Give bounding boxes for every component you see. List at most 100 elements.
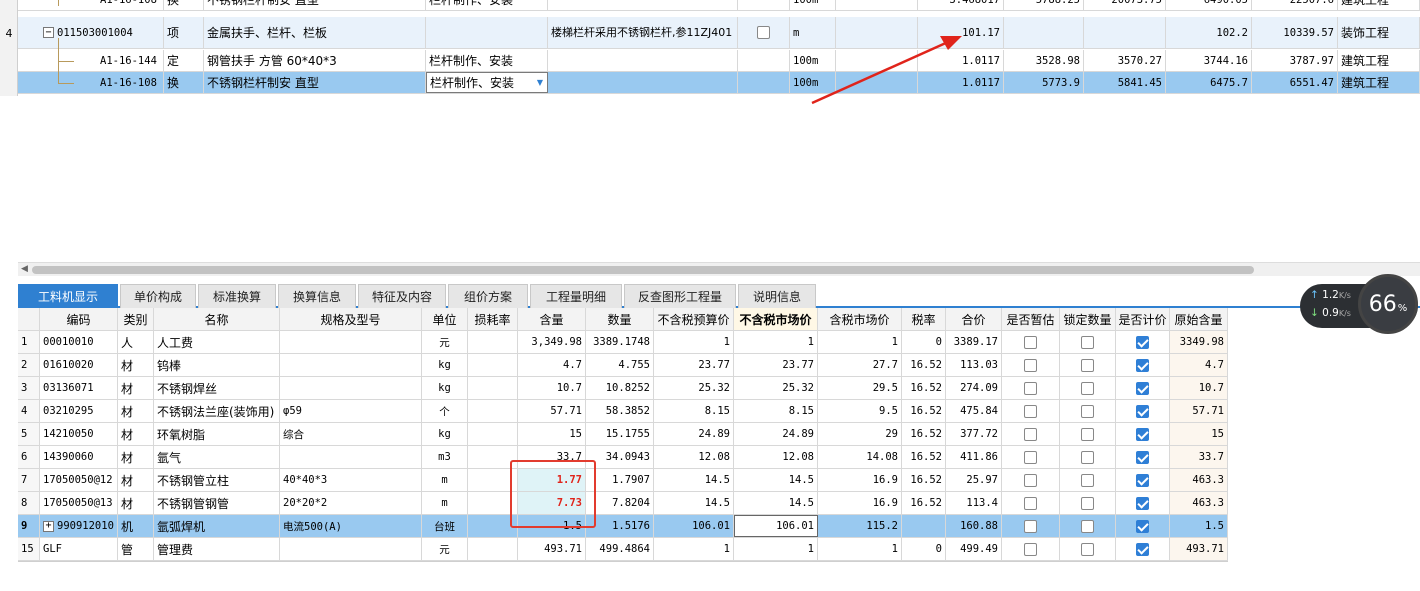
checkbox-lock[interactable] bbox=[1081, 335, 1094, 349]
minus-box-icon[interactable]: − bbox=[43, 27, 54, 38]
checkbox-est[interactable] bbox=[1024, 335, 1037, 349]
tab-8[interactable]: 反查图形工程量 bbox=[624, 284, 736, 308]
tab-1[interactable]: 工料机显示 bbox=[18, 284, 118, 308]
cell-priced[interactable] bbox=[1116, 538, 1170, 560]
checkbox-lock[interactable] bbox=[1081, 519, 1094, 533]
cell-priced[interactable] bbox=[1116, 377, 1170, 399]
top-grid-row[interactable]: A1-16-144 定 钢管扶手 方管 60*40*3 栏杆制作、安装 100m 1.01… bbox=[18, 50, 1420, 72]
checkbox-lock[interactable] bbox=[1081, 542, 1094, 556]
table-row[interactable]: 5 14210050 材 环氧树脂 综合 kg 15 15.1755 24.89 24.89 29 1… bbox=[18, 423, 1228, 446]
chevron-down-icon[interactable]: ▼ bbox=[537, 78, 543, 87]
tab-4[interactable]: 换算信息 bbox=[278, 284, 356, 308]
checkbox-est[interactable] bbox=[1024, 496, 1037, 510]
tab-9[interactable]: 说明信息 bbox=[738, 284, 816, 308]
cell-market[interactable]: 23.77 bbox=[734, 354, 818, 376]
header-cell[interactable]: 损耗率 bbox=[468, 308, 518, 330]
cell-market[interactable]: 14.5 bbox=[734, 469, 818, 491]
cell-est[interactable] bbox=[1002, 446, 1060, 468]
table-row[interactable]: 4 03210295 材 不锈钢法兰座(装饰用) φ59 个 57.71 58.3852 8.1… bbox=[18, 400, 1228, 423]
table-row[interactable]: 1 00010010 人 人工费 元 3,349.98 3389.1748 1 1 1 0 3389.… bbox=[18, 331, 1228, 354]
header-cell[interactable]: 数量 bbox=[586, 308, 654, 330]
checkbox-priced[interactable] bbox=[1136, 519, 1149, 533]
checkbox-priced[interactable] bbox=[1136, 496, 1149, 510]
top-cell-feature[interactable]: 栏杆制作、安装 ▼ bbox=[426, 72, 548, 93]
table-row[interactable]: 9 +990912010 机氩弧焊机 电流500(A) 台班 1.5 1.5176 106.0… bbox=[18, 515, 1228, 538]
cell-est[interactable] bbox=[1002, 492, 1060, 514]
checkbox-priced[interactable] bbox=[1136, 542, 1149, 556]
top-grid-row[interactable]: A1-16-108 换 不锈钢栏杆制安 直型 栏杆制作、安装 100m 3.468017 5… bbox=[18, 0, 1420, 11]
horizontal-scrollbar[interactable]: ◀ bbox=[18, 262, 1420, 276]
cell-lock[interactable] bbox=[1060, 400, 1116, 422]
cell-priced[interactable] bbox=[1116, 354, 1170, 376]
cell-est[interactable] bbox=[1002, 423, 1060, 445]
header-cell[interactable]: 锁定数量 bbox=[1060, 308, 1116, 330]
cell-market[interactable]: 1 bbox=[734, 331, 818, 353]
header-cell[interactable]: 不含税市场价 bbox=[734, 308, 818, 330]
cell-priced[interactable] bbox=[1116, 446, 1170, 468]
cell-est[interactable] bbox=[1002, 469, 1060, 491]
checkbox-est[interactable] bbox=[1024, 450, 1037, 464]
table-row[interactable]: 7 17050050@12 材不锈钢管立柱 40*40*3 m 1.77 1.7907 14.… bbox=[18, 469, 1228, 492]
checkbox-priced[interactable] bbox=[1136, 381, 1149, 395]
cell-lock[interactable] bbox=[1060, 538, 1116, 560]
plus-box-icon[interactable]: + bbox=[43, 520, 54, 532]
scroll-left-arrow-icon[interactable]: ◀ bbox=[21, 264, 28, 274]
top-grid-row[interactable]: −011503001004 项 金属扶手、栏杆、栏板 楼梯栏杆采用不锈钢栏杆,参11Z… bbox=[18, 17, 1420, 49]
cell-lock[interactable] bbox=[1060, 354, 1116, 376]
tab-3[interactable]: 标准换算 bbox=[198, 284, 276, 308]
cell-lock[interactable] bbox=[1060, 515, 1116, 537]
cell-market[interactable]: 25.32 bbox=[734, 377, 818, 399]
cell-priced[interactable] bbox=[1116, 331, 1170, 353]
checkbox-priced[interactable] bbox=[1136, 404, 1149, 418]
header-cell[interactable]: 合价 bbox=[946, 308, 1002, 330]
cell-est[interactable] bbox=[1002, 538, 1060, 560]
cell-priced[interactable] bbox=[1116, 400, 1170, 422]
checkbox-est[interactable] bbox=[1024, 381, 1037, 395]
checkbox-est[interactable] bbox=[1024, 427, 1037, 441]
header-cell[interactable]: 含税市场价 bbox=[818, 308, 902, 330]
scrollbar-thumb[interactable] bbox=[32, 266, 1254, 274]
cell-priced[interactable] bbox=[1116, 469, 1170, 491]
cell-priced[interactable] bbox=[1116, 492, 1170, 514]
header-cell[interactable]: 是否暂估 bbox=[1002, 308, 1060, 330]
cell-market[interactable]: 1 bbox=[734, 538, 818, 560]
header-cell[interactable] bbox=[18, 308, 40, 330]
checkbox-lock[interactable] bbox=[1081, 450, 1094, 464]
checkbox-priced[interactable] bbox=[1136, 427, 1149, 441]
header-cell[interactable]: 原始含量 bbox=[1170, 308, 1228, 330]
cell-market[interactable]: 12.08 bbox=[734, 446, 818, 468]
cell-lock[interactable] bbox=[1060, 446, 1116, 468]
header-cell[interactable]: 规格及型号 bbox=[280, 308, 422, 330]
tab-6[interactable]: 组价方案 bbox=[448, 284, 528, 308]
checkbox-lock[interactable] bbox=[1081, 427, 1094, 441]
tab-2[interactable]: 单价构成 bbox=[120, 284, 196, 308]
checkbox-priced[interactable] bbox=[1136, 450, 1149, 464]
header-cell[interactable]: 名称 bbox=[154, 308, 280, 330]
tab-7[interactable]: 工程量明细 bbox=[530, 284, 622, 308]
table-row[interactable]: 8 17050050@13 材不锈钢管钢管 20*20*2 m 7.73 7.8204 14.… bbox=[18, 492, 1228, 515]
cell-est[interactable] bbox=[1002, 331, 1060, 353]
header-cell[interactable]: 类别 bbox=[118, 308, 154, 330]
table-row[interactable]: 2 01610020 材 钨棒 kg 4.7 4.755 23.77 23.77 27.7 16.5… bbox=[18, 354, 1228, 377]
table-row[interactable]: 15 GLF 管 管理费 元 493.71 499.4864 1 1 1 0 499.49 493.71 bbox=[18, 538, 1228, 561]
header-cell[interactable]: 编码 bbox=[40, 308, 118, 330]
cell-lock[interactable] bbox=[1060, 492, 1116, 514]
header-cell[interactable]: 税率 bbox=[902, 308, 946, 330]
cell-priced[interactable] bbox=[1116, 423, 1170, 445]
cell-lock[interactable] bbox=[1060, 331, 1116, 353]
cell-lock[interactable] bbox=[1060, 469, 1116, 491]
checkbox-est[interactable] bbox=[1024, 404, 1037, 418]
checkbox-est[interactable] bbox=[1024, 358, 1037, 372]
cell-priced[interactable] bbox=[1116, 515, 1170, 537]
cell-est[interactable] bbox=[1002, 354, 1060, 376]
checkbox-lock[interactable] bbox=[1081, 404, 1094, 418]
cell-est[interactable] bbox=[1002, 377, 1060, 399]
top-grid-row[interactable]: A1-16-108 换 不锈钢栏杆制安 直型 栏杆制作、安装 ▼ 100m 1.0117 57… bbox=[18, 72, 1420, 94]
checkbox-priced[interactable] bbox=[1136, 335, 1149, 349]
header-cell[interactable]: 是否计价 bbox=[1116, 308, 1170, 330]
checkbox-est[interactable] bbox=[1024, 519, 1037, 533]
header-cell[interactable]: 单位 bbox=[422, 308, 468, 330]
header-cell[interactable]: 不含税预算价 bbox=[654, 308, 734, 330]
cell-lock[interactable] bbox=[1060, 377, 1116, 399]
cell-market[interactable]: 106.01 bbox=[734, 515, 818, 537]
